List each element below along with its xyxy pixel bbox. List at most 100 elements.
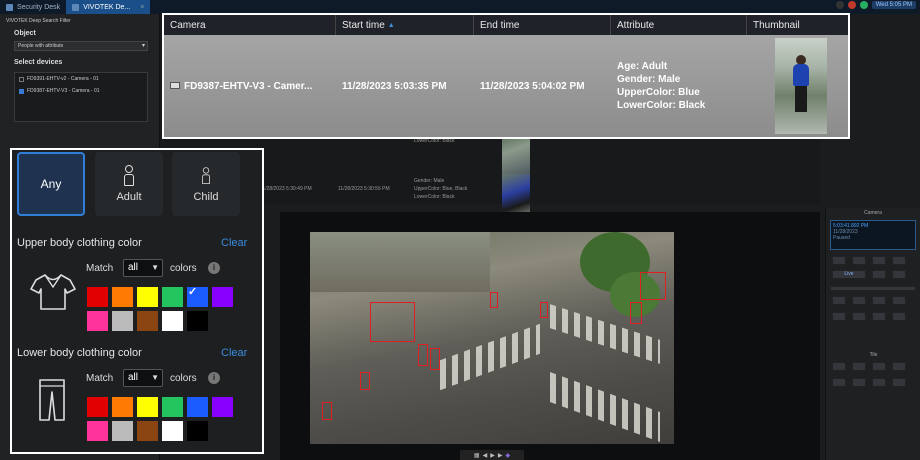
lower-color-swatch[interactable] [187, 421, 208, 441]
info-icon[interactable]: i [208, 262, 220, 274]
person-torso [793, 64, 809, 86]
detection-box[interactable] [540, 302, 548, 318]
upper-clear-button[interactable]: Clear [221, 237, 247, 249]
speed-slider[interactable] [830, 286, 916, 291]
lower-clear-button[interactable]: Clear [221, 347, 247, 359]
thumbnail-image[interactable] [502, 174, 530, 214]
featured-result: Camera Start time ▲ End time Attribute Th… [162, 13, 850, 139]
tile-edit-button[interactable] [832, 378, 846, 387]
object-select[interactable]: People with attribute [14, 41, 148, 51]
child-icon [200, 167, 211, 185]
detection-box[interactable] [322, 402, 332, 420]
health-icon[interactable] [859, 1, 868, 9]
upper-color-swatch[interactable] [137, 311, 158, 331]
attribute-age: Age: Adult [617, 61, 668, 72]
play-icon[interactable]: ▶ [490, 452, 495, 459]
age-option-label: Any [40, 177, 62, 191]
step-back-button[interactable] [852, 256, 866, 265]
lower-color-swatch[interactable] [112, 421, 133, 441]
detection-box[interactable] [430, 348, 440, 370]
upper-color-swatch[interactable] [212, 287, 233, 307]
ptz-button[interactable] [832, 312, 846, 321]
vivotek-icon [72, 3, 80, 11]
lower-color-swatch[interactable] [87, 421, 108, 441]
info-icon[interactable]: i [208, 372, 220, 384]
lower-color-swatch[interactable] [137, 421, 158, 441]
device-item[interactable]: FD9391-EHTV-v2 - Camera - 01 [15, 73, 147, 85]
skip-back-button[interactable] [832, 256, 846, 265]
tray-icon[interactable] [835, 1, 844, 9]
column-end-time[interactable]: End time [474, 15, 611, 35]
upper-color-swatch[interactable] [162, 287, 183, 307]
attribute-gender: Gender: Male [617, 74, 681, 85]
rewind-icon[interactable]: ◀ [483, 452, 488, 459]
age-option-adult[interactable]: Adult [95, 152, 163, 216]
upper-color-swatch[interactable] [112, 287, 133, 307]
upper-match-select[interactable]: all ▼ [123, 259, 163, 277]
camera-video-frame[interactable] [310, 232, 674, 444]
table-row[interactable]: FD9387-EHTV-V3 - Camer... 11/28/2023 5:0… [164, 35, 848, 137]
lower-color-swatch[interactable] [112, 397, 133, 417]
device-checkbox[interactable] [19, 76, 24, 82]
column-start-time[interactable]: Start time ▲ [336, 15, 474, 35]
upper-color-swatch[interactable] [87, 287, 108, 307]
info-button[interactable] [892, 312, 906, 321]
tile-settings-button[interactable] [892, 378, 906, 387]
speed-icon[interactable]: ◆ [505, 452, 510, 459]
upper-color-swatch[interactable] [187, 285, 208, 307]
age-option-child[interactable]: Child [172, 152, 240, 216]
column-camera[interactable]: Camera [164, 15, 336, 35]
thumbnail-image[interactable] [775, 38, 827, 134]
play-button[interactable] [872, 256, 886, 265]
tile-close-button[interactable] [852, 378, 866, 387]
playback-clock: 5:03:41.892 PM 11/28/2023 Paused [830, 220, 916, 250]
lower-color-swatch[interactable] [162, 421, 183, 441]
zoom-button[interactable] [832, 296, 846, 305]
alarm-icon[interactable] [847, 1, 856, 9]
upper-color-swatch[interactable] [162, 311, 183, 331]
tile-expand-button[interactable] [892, 362, 906, 371]
tile-clear-button[interactable] [852, 362, 866, 371]
tab-security-desk[interactable]: Security Desk [0, 0, 66, 14]
close-icon[interactable]: × [140, 4, 144, 11]
upper-color-swatch[interactable] [87, 311, 108, 331]
lower-color-swatch[interactable] [212, 397, 233, 417]
lower-color-swatch[interactable] [162, 397, 183, 417]
forward-icon[interactable]: ▶ [498, 452, 503, 459]
detection-box[interactable] [640, 272, 666, 300]
upper-color-swatch[interactable] [187, 311, 208, 331]
upper-color-swatch[interactable] [137, 287, 158, 307]
lower-color-swatch[interactable] [87, 397, 108, 417]
thumbnail-image[interactable] [502, 134, 530, 174]
detection-box[interactable] [418, 344, 428, 366]
tile-layout-button[interactable] [832, 362, 846, 371]
alarm-button[interactable] [872, 312, 886, 321]
tile-home-button[interactable] [872, 378, 886, 387]
playback-controls: ▦ ◀ ▶ ▶ ◆ [460, 450, 524, 460]
loop-button[interactable] [892, 270, 906, 279]
age-option-any[interactable]: Any [17, 152, 85, 216]
record-button[interactable] [852, 312, 866, 321]
detection-box[interactable] [370, 302, 415, 342]
lower-match-select[interactable]: all ▼ [123, 369, 163, 387]
export-button[interactable] [872, 296, 886, 305]
bookmark-button[interactable] [872, 270, 886, 279]
tile-sync-button[interactable] [872, 362, 886, 371]
detection-box[interactable] [360, 372, 370, 390]
lower-color-swatch[interactable] [137, 397, 158, 417]
device-checkbox[interactable] [19, 88, 24, 94]
lower-color-swatch[interactable] [187, 397, 208, 417]
grid-icon[interactable]: ▦ [474, 452, 480, 459]
upper-color-swatch[interactable] [112, 311, 133, 331]
live-button[interactable]: Live [832, 270, 866, 279]
audio-button[interactable] [892, 296, 906, 305]
detection-box[interactable] [490, 292, 498, 308]
age-option-label: Adult [116, 191, 142, 203]
skip-forward-button[interactable] [892, 256, 906, 265]
snapshot-button[interactable] [852, 296, 866, 305]
device-item[interactable]: FD9387-EHTV-V3 - Camera - 01 [15, 85, 147, 97]
detection-box[interactable] [630, 302, 642, 324]
column-thumbnail[interactable]: Thumbnail [747, 15, 848, 35]
tab-vivotek[interactable]: VIVOTEK De... × [66, 0, 151, 14]
column-attribute[interactable]: Attribute [611, 15, 747, 35]
